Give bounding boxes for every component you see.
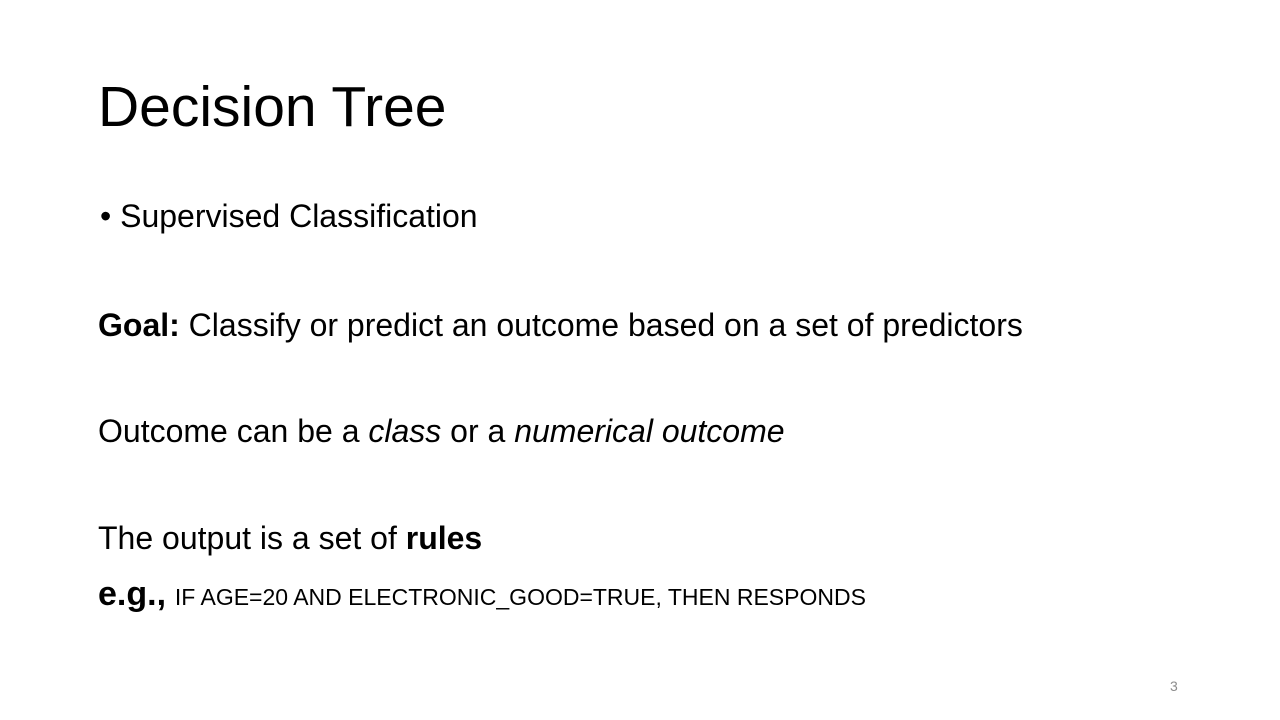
outcome-statement: Outcome can be a class or a numerical ou… <box>98 411 785 451</box>
output-statement: The output is a set of rules <box>98 518 482 558</box>
outcome-numerical-emphasis: numerical outcome <box>514 413 785 449</box>
slide-number: 3 <box>1170 678 1178 694</box>
slide: Decision Tree • Supervised Classificatio… <box>0 0 1280 720</box>
goal-statement: Goal: Classify or predict an outcome bas… <box>98 305 1023 345</box>
bullet-text: Supervised Classification <box>120 198 478 234</box>
output-prefix: The output is a set of <box>98 520 406 556</box>
bullet-marker: • <box>100 198 112 234</box>
goal-text: Classify or predict an outcome based on … <box>188 307 1023 343</box>
example-label: e.g., <box>98 575 167 613</box>
outcome-prefix: Outcome can be a <box>98 413 369 449</box>
slide-title: Decision Tree <box>98 75 447 139</box>
bullet-item: • Supervised Classification <box>100 196 478 236</box>
outcome-middle: or a <box>441 413 515 449</box>
example-rule: e.g., IF AGE=20 AND ELECTRONIC_GOOD=TRUE… <box>98 574 866 617</box>
example-rule-text: IF AGE=20 AND ELECTRONIC_GOOD=TRUE, THEN… <box>174 584 866 610</box>
outcome-class-emphasis: class <box>368 413 442 449</box>
output-rules-emphasis: rules <box>405 520 483 556</box>
goal-label: Goal: <box>98 307 180 343</box>
